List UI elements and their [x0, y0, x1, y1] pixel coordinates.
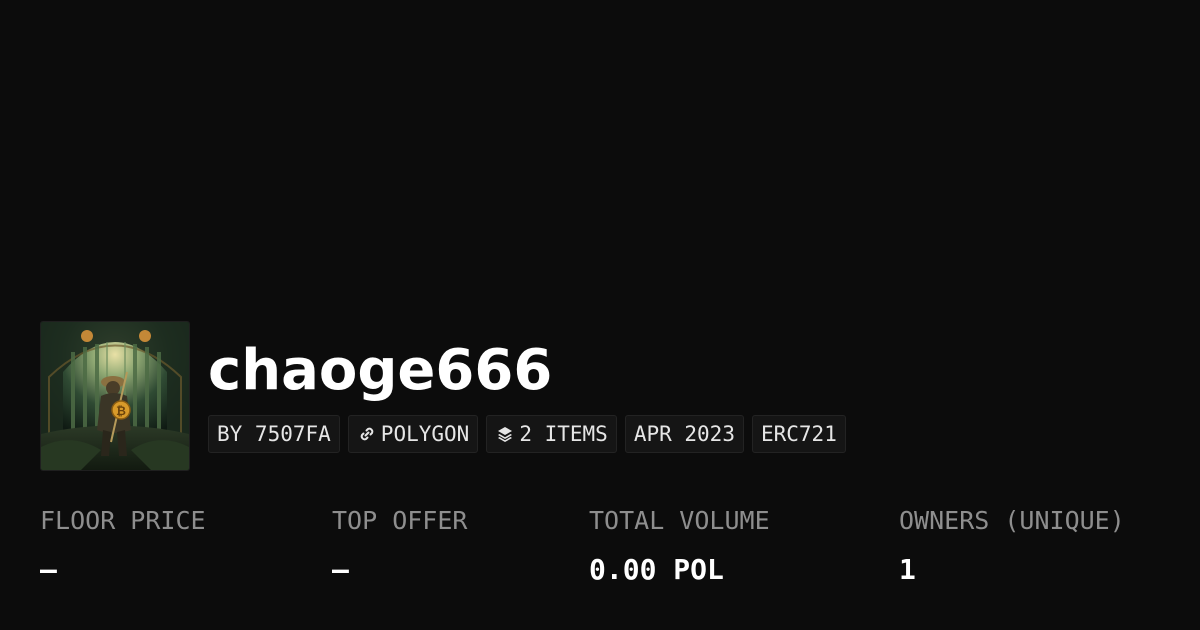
layers-icon — [495, 424, 515, 444]
stat-label: TOP OFFER — [332, 506, 468, 535]
stat-top-offer: TOP OFFER – — [332, 505, 467, 587]
polygon-link-icon — [357, 424, 377, 444]
badge-row: BY 7507FA POLYGON 2 ITEMS APR 2023 ERC72… — [208, 415, 846, 453]
stat-label: OWNERS (UNIQUE) — [899, 506, 1125, 535]
title-block: chaoge666 BY 7507FA POLYGON 2 ITEMS APR … — [208, 321, 846, 453]
creator-badge[interactable]: BY 7507FA — [208, 415, 340, 453]
collection-title: chaoge666 — [208, 338, 553, 403]
collection-header: ₿ chaoge666 BY 7507FA POLYGON 2 ITEMS AP… — [40, 321, 846, 471]
stat-label: TOTAL VOLUME — [589, 506, 770, 535]
standard-badge: ERC721 — [751, 415, 846, 453]
items-badge[interactable]: 2 ITEMS — [486, 415, 617, 453]
stat-value: 1 — [899, 553, 916, 586]
stat-floor-price: FLOOR PRICE – — [40, 505, 206, 587]
stat-value: 0.00 POL — [589, 553, 724, 586]
stats-row: FLOOR PRICE – TOP OFFER – TOTAL VOLUME 0… — [0, 505, 1200, 605]
chain-badge-label: POLYGON — [380, 422, 470, 446]
stat-total-volume: TOTAL VOLUME 0.00 POL — [589, 505, 770, 587]
items-badge-label: 2 ITEMS — [519, 422, 608, 446]
collection-avatar[interactable]: ₿ — [40, 321, 190, 471]
stat-label: FLOOR PRICE — [40, 506, 206, 535]
collection-artwork-image: ₿ — [41, 322, 189, 470]
svg-text:₿: ₿ — [116, 404, 126, 418]
date-badge: APR 2023 — [624, 415, 744, 453]
stat-value: – — [332, 553, 349, 586]
standard-badge-label: ERC721 — [760, 422, 837, 446]
creator-badge-label: BY 7507FA — [217, 422, 331, 446]
chain-badge[interactable]: POLYGON — [347, 415, 479, 453]
date-badge-label: APR 2023 — [633, 422, 735, 446]
stat-owners: OWNERS (UNIQUE) 1 — [899, 505, 1125, 587]
stat-value: – — [40, 553, 57, 586]
